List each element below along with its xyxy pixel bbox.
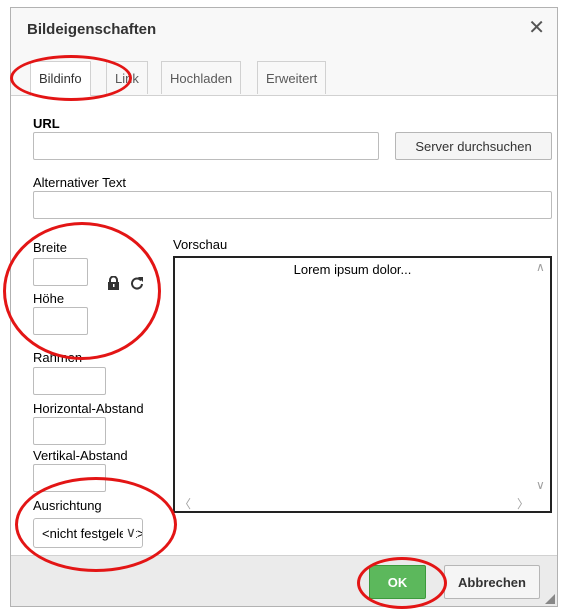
preview-box[interactable]: Lorem ipsum dolor... ∧ ∨ 〈 〉 <box>173 256 552 513</box>
scroll-down-icon[interactable]: ∨ <box>536 478 545 492</box>
hspace-input[interactable] <box>33 417 106 445</box>
dialog-titlebar[interactable]: Bildeigenschaften ✕ <box>11 8 557 51</box>
tab-erweitert[interactable]: Erweitert <box>257 61 327 94</box>
height-input[interactable] <box>33 307 88 335</box>
vspace-input[interactable] <box>33 464 106 492</box>
tab-link[interactable]: Link <box>106 61 148 94</box>
alt-text-input[interactable] <box>33 191 552 219</box>
scroll-right-icon[interactable]: 〉 <box>517 495 529 512</box>
browse-server-button[interactable]: Server durchsuchen <box>395 132 552 160</box>
dialog-footer: OK Abbrechen <box>11 555 557 606</box>
vertical-scrollbar[interactable]: ∧ ∨ <box>533 258 550 494</box>
scroll-left-icon[interactable]: 〈 <box>179 495 191 512</box>
align-select[interactable]: <nicht festgelegt> ∨ <box>33 518 143 548</box>
resize-handle-icon[interactable] <box>545 594 555 604</box>
refresh-icon[interactable] <box>130 276 144 294</box>
tab-bar: Bildinfo Link Hochladen Erweitert <box>11 50 557 96</box>
width-label: Breite <box>33 240 67 255</box>
preview-label: Vorschau <box>173 237 228 252</box>
border-input[interactable] <box>33 367 106 395</box>
tab-hochladen[interactable]: Hochladen <box>161 61 242 94</box>
tab-bildinfo[interactable]: Bildinfo <box>30 61 91 96</box>
vspace-label: Vertikal-Abstand <box>33 448 128 463</box>
alt-text-label: Alternativer Text <box>33 175 126 190</box>
preview-text: Lorem ipsum dolor... <box>293 262 412 277</box>
url-label: URL <box>33 116 60 131</box>
dialog-title: Bildeigenschaften <box>27 21 157 38</box>
horizontal-scrollbar[interactable]: 〈 〉 <box>175 494 533 511</box>
scroll-up-icon[interactable]: ∧ <box>536 260 545 274</box>
chevron-down-icon: ∨ <box>122 524 136 541</box>
lock-icon[interactable] <box>107 275 120 294</box>
height-label: Höhe <box>33 291 65 306</box>
ok-button[interactable]: OK <box>369 565 426 599</box>
close-icon[interactable]: ✕ <box>528 18 545 38</box>
border-label: Rahmen <box>33 350 83 365</box>
cancel-button[interactable]: Abbrechen <box>444 565 540 599</box>
width-input[interactable] <box>33 258 88 286</box>
hspace-label: Horizontal-Abstand <box>33 401 144 416</box>
url-input[interactable] <box>33 132 379 160</box>
align-label: Ausrichtung <box>33 498 102 513</box>
image-properties-dialog: Bildeigenschaften ✕ Bildinfo Link Hochla… <box>10 7 558 607</box>
